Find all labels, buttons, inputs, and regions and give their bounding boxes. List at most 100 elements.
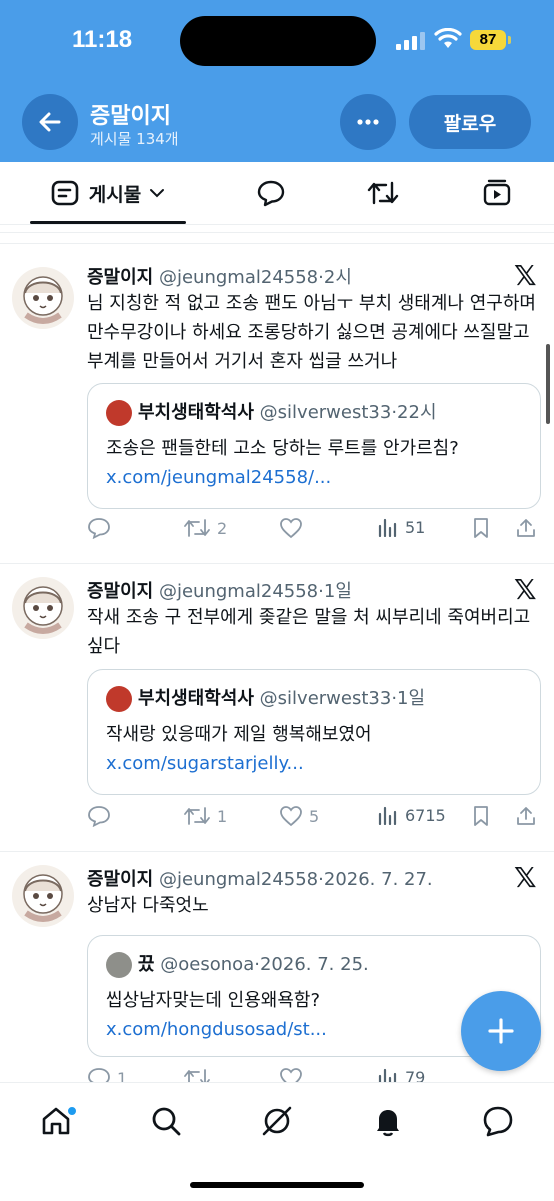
quote-author-name: 끘 bbox=[138, 954, 155, 975]
avatar[interactable] bbox=[12, 865, 74, 927]
tab-posts[interactable]: 게시물 bbox=[30, 162, 186, 224]
compose-icon bbox=[488, 1018, 514, 1044]
like-icon bbox=[280, 518, 302, 539]
repost-button[interactable]: 1 bbox=[183, 805, 227, 827]
tweet[interactable]: 증말이지 @jeungmal24558·1일 𝕏 작새 조송 구 전부에게 좆같… bbox=[0, 563, 554, 852]
reply-icon bbox=[88, 806, 110, 827]
like-icon bbox=[280, 806, 302, 827]
cellular-signal-icon bbox=[396, 32, 425, 50]
author-name[interactable]: 증말이지 bbox=[87, 869, 153, 890]
author-handle[interactable]: @jeungmal24558 bbox=[159, 869, 318, 890]
tab-replies[interactable] bbox=[246, 162, 296, 224]
nav-grok[interactable] bbox=[257, 1101, 297, 1141]
quote-link[interactable]: x.com/sugarstarjelly... bbox=[106, 753, 304, 774]
quote-avatar bbox=[106, 952, 132, 978]
views-button[interactable]: 51 bbox=[377, 517, 425, 537]
tweet[interactable]: 증말이지 @jeungmal24558·2시 𝕏 님 지칭한 적 없고 조송 팬… bbox=[0, 243, 554, 564]
author-name[interactable]: 증말이지 bbox=[87, 267, 153, 288]
quote-author-name: 부치생태학석사 bbox=[138, 688, 254, 709]
profile-tabs: 게시물 bbox=[0, 162, 554, 225]
repost-icon bbox=[184, 807, 210, 825]
post-count: 게시물 134개 bbox=[90, 130, 179, 148]
author-handle[interactable]: @jeungmal24558 bbox=[159, 267, 318, 288]
follow-button[interactable]: 팔로우 bbox=[409, 95, 531, 149]
author-name[interactable]: 증말이지 bbox=[87, 581, 153, 602]
reply-tab-icon bbox=[257, 180, 285, 207]
tweet-header: 증말이지 @jeungmal24558·2시 bbox=[87, 263, 352, 289]
like-count: 5 bbox=[309, 806, 320, 826]
nav-notifications[interactable] bbox=[368, 1101, 408, 1141]
status-time: 11:18 bbox=[72, 26, 133, 53]
repost-count: 1 bbox=[217, 806, 228, 826]
tweet-text: 님 지칭한 적 없고 조송 팬도 아님ㅜ 부치 생태계나 연구하며 만수무강이나… bbox=[87, 293, 536, 372]
tweet-time: 1일 bbox=[323, 581, 352, 602]
avatar-drawing bbox=[23, 586, 63, 634]
reply-icon bbox=[88, 518, 110, 539]
repost-button[interactable]: 2 bbox=[183, 517, 227, 539]
battery-indicator: 87 bbox=[470, 30, 506, 50]
quote-author-handle: @silverwest33 bbox=[259, 402, 392, 423]
tweet-header: 증말이지 @jeungmal24558·2026. 7. 27. bbox=[87, 865, 433, 891]
views-icon bbox=[378, 806, 397, 825]
x-logo-icon: 𝕏 bbox=[514, 861, 537, 894]
quote-body: 작새랑 있응때가 제일 행복해보였어 x.com/sugarstarjelly.… bbox=[106, 720, 526, 778]
repost-icon bbox=[184, 519, 210, 537]
views-icon bbox=[378, 518, 397, 537]
views-count: 6715 bbox=[405, 805, 446, 825]
nav-home[interactable] bbox=[36, 1101, 78, 1141]
bookmark-button[interactable] bbox=[471, 517, 497, 539]
quote-text: 씹상남자맞는데 인용왜욕함? bbox=[106, 990, 320, 1011]
reply-button[interactable] bbox=[87, 805, 117, 827]
tweet-text: 상남자 다죽엇노 bbox=[87, 895, 209, 916]
quote-header: 부치생태학석사 @silverwest33·1일 bbox=[106, 684, 425, 712]
back-arrow-icon bbox=[39, 112, 61, 132]
tweet-text: 작새 조송 구 전부에게 좆같은 말을 처 씨부리네 죽여버리고 싶다 bbox=[87, 607, 531, 657]
chevron-down-icon bbox=[150, 189, 165, 198]
notifications-icon bbox=[377, 1110, 399, 1137]
share-button[interactable] bbox=[515, 805, 543, 827]
quote-link[interactable]: x.com/hongdusosad/st... bbox=[106, 1019, 327, 1040]
wifi-icon bbox=[434, 28, 462, 48]
avatar[interactable] bbox=[12, 577, 74, 639]
quote-time: 2026. 7. 25. bbox=[259, 954, 369, 975]
back-button[interactable] bbox=[22, 94, 78, 150]
home-notification-dot bbox=[66, 1105, 78, 1117]
nav-messages[interactable] bbox=[478, 1101, 518, 1141]
like-button[interactable]: 5 bbox=[279, 805, 319, 827]
quoted-tweet[interactable]: 부치생태학석사 @silverwest33·1일 작새랑 있응때가 제일 행복해… bbox=[87, 669, 541, 795]
quote-author-name: 부치생태학석사 bbox=[138, 402, 254, 423]
nav-search[interactable] bbox=[146, 1101, 186, 1141]
more-icon bbox=[357, 119, 379, 125]
share-button[interactable] bbox=[515, 517, 543, 539]
views-count: 51 bbox=[405, 517, 426, 537]
avatar-drawing bbox=[23, 874, 63, 922]
messages-icon bbox=[483, 1106, 513, 1137]
scrollbar[interactable] bbox=[546, 344, 550, 424]
views-button[interactable]: 6715 bbox=[377, 805, 446, 825]
tweet-time: 2026. 7. 27. bbox=[323, 869, 433, 890]
tab-posts-label: 게시물 bbox=[88, 183, 142, 206]
bookmark-button[interactable] bbox=[471, 805, 497, 827]
quoted-tweet[interactable]: 부치생태학석사 @silverwest33·22시 조송은 팬들한테 고소 당하… bbox=[87, 383, 541, 509]
quote-text: 조송은 팬들한테 고소 당하는 루트를 안가르침? bbox=[106, 438, 459, 459]
like-button[interactable] bbox=[279, 517, 309, 539]
author-handle[interactable]: @jeungmal24558 bbox=[159, 581, 318, 602]
reply-button[interactable] bbox=[87, 517, 117, 539]
active-tab-indicator bbox=[30, 221, 186, 224]
grok-icon bbox=[262, 1106, 292, 1136]
quote-body: 조송은 팬들한테 고소 당하는 루트를 안가르침? x.com/jeungmal… bbox=[106, 434, 526, 492]
battery-tip bbox=[508, 36, 511, 44]
quote-author-handle: @silverwest33 bbox=[259, 688, 392, 709]
posts-icon bbox=[51, 180, 79, 206]
share-icon bbox=[517, 519, 535, 537]
more-button[interactable] bbox=[340, 94, 396, 150]
quote-time: 22시 bbox=[397, 402, 437, 423]
x-logo-icon: 𝕏 bbox=[514, 259, 537, 292]
quote-link[interactable]: x.com/jeungmal24558/... bbox=[106, 467, 331, 488]
tweet-header: 증말이지 @jeungmal24558·1일 bbox=[87, 577, 352, 603]
tab-media[interactable] bbox=[472, 162, 522, 224]
avatar[interactable] bbox=[12, 267, 74, 329]
profile-name: 증말이지 bbox=[90, 104, 171, 129]
compose-button[interactable] bbox=[461, 991, 541, 1071]
tab-reposts[interactable] bbox=[358, 162, 408, 224]
